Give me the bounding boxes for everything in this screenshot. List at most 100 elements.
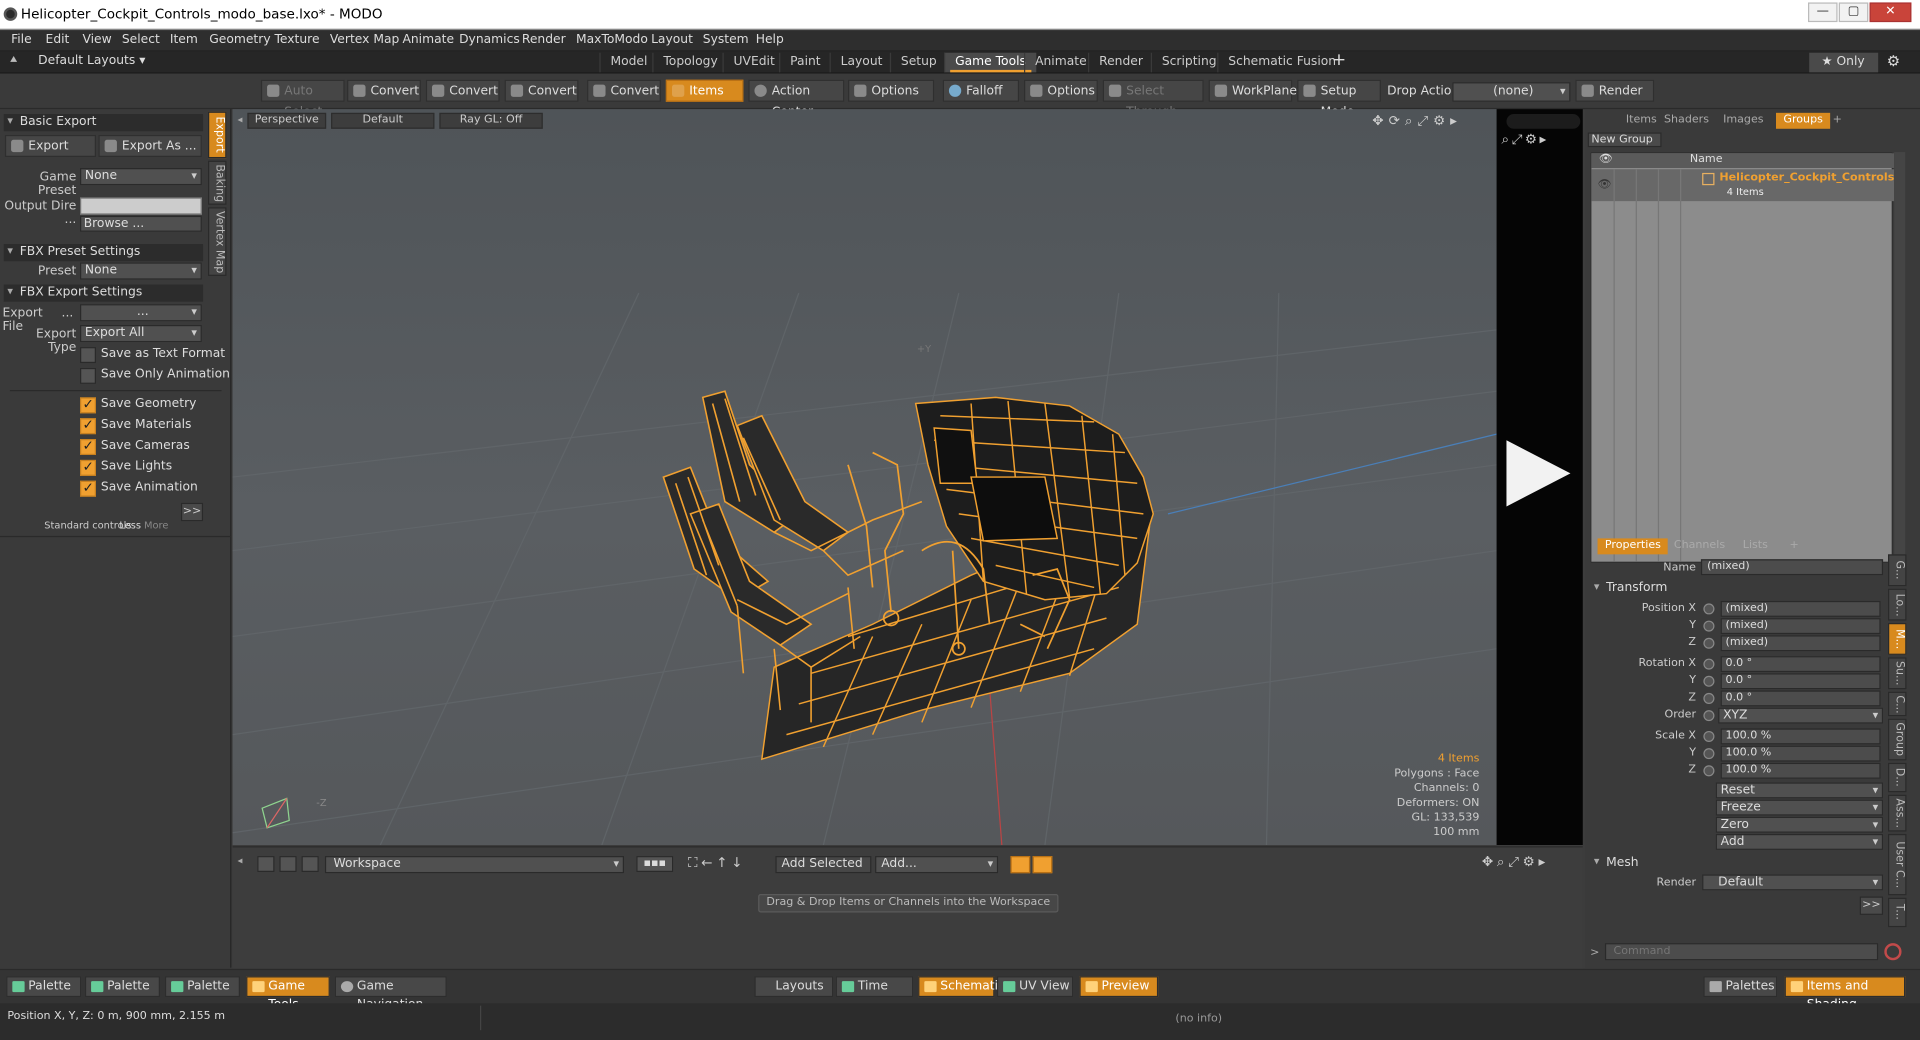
tab-render[interactable]: Render: [1087, 52, 1153, 73]
link-icon[interactable]: [301, 856, 319, 872]
menu-geometry[interactable]: Geometry: [209, 33, 270, 46]
command-input[interactable]: [1604, 943, 1879, 961]
name-column-header[interactable]: Name: [1690, 153, 1723, 166]
rotation-y-field[interactable]: 0.0 °: [1720, 673, 1881, 690]
keyframe-dot[interactable]: [1703, 692, 1715, 704]
workspace-nav-icons[interactable]: ✥⌕⤢⚙▸: [1482, 854, 1549, 871]
tab-channels[interactable]: Channels: [1666, 538, 1732, 554]
menu-dynamics[interactable]: Dynamics: [459, 33, 520, 46]
transform-header[interactable]: Transform: [1590, 580, 1883, 597]
uv-view-button[interactable]: UV View: [996, 976, 1074, 998]
basic-export-header[interactable]: Basic Export: [3, 114, 204, 132]
render-button[interactable]: Render ...: [1575, 79, 1655, 119]
tab-groups[interactable]: Groups: [1775, 112, 1831, 129]
side-tab-ass[interactable]: Ass...: [1887, 794, 1907, 832]
keyframe-dot[interactable]: [1703, 730, 1715, 742]
workspace-dropdown[interactable]: Workspace: [324, 856, 624, 874]
keyframe-dot[interactable]: [1703, 658, 1715, 670]
freeze-dropdown[interactable]: Freeze: [1715, 799, 1884, 816]
3d-viewport[interactable]: ◂ Perspective Default Ray GL: Off ✥⟳⌕⤢⚙▸…: [232, 109, 1497, 845]
preset-dropdown[interactable]: None: [79, 262, 202, 280]
palette-button-1[interactable]: Palette: [6, 976, 82, 998]
zero-dropdown[interactable]: Zero: [1715, 816, 1884, 833]
export-type-dropdown[interactable]: Export All: [79, 325, 202, 343]
scale-z-field[interactable]: 100.0 %: [1720, 762, 1881, 779]
menu-item[interactable]: Item: [170, 33, 198, 46]
export-file-dropdown[interactable]: ...: [79, 304, 202, 322]
groups-list[interactable]: 👁 Name 👁 Helicopter_Cockpit_Controls 4 I…: [1590, 152, 1894, 563]
menu-texture[interactable]: Texture: [274, 33, 319, 46]
export-button[interactable]: Export: [4, 134, 96, 157]
tab-scripting[interactable]: Scripting: [1150, 52, 1227, 73]
side-tab-lo[interactable]: Lo...: [1887, 588, 1907, 621]
preview-toggle-bar[interactable]: [1506, 114, 1581, 129]
save-geometry-checkbox[interactable]: Save Geometry: [79, 396, 196, 414]
order-dropdown[interactable]: XYZ: [1718, 707, 1884, 724]
side-tab-m[interactable]: M...: [1887, 623, 1907, 655]
tab-uvedit[interactable]: UVEdit: [722, 52, 784, 73]
game-preset-dropdown[interactable]: None: [79, 168, 202, 186]
side-tab-d[interactable]: D...: [1887, 762, 1907, 793]
command-expand-icon[interactable]: >: [1590, 947, 1599, 959]
tab-layout[interactable]: Layout: [829, 52, 893, 73]
convert-button-4[interactable]: Convert: [587, 79, 661, 102]
rotation-z-field[interactable]: 0.0 °: [1720, 690, 1881, 707]
workplane-button[interactable]: WorkPlane: [1208, 79, 1297, 102]
render-dropdown[interactable]: Default: [1702, 874, 1884, 891]
side-tab-group[interactable]: Group: [1887, 718, 1907, 761]
position-z-field[interactable]: (mixed): [1720, 635, 1881, 652]
add-tab-icon[interactable]: +: [1332, 50, 1346, 70]
keyframe-dot[interactable]: [1703, 637, 1715, 649]
save-animation-checkbox[interactable]: Save Animation: [79, 480, 198, 498]
position-x-field[interactable]: (mixed): [1720, 600, 1881, 617]
schematic-button[interactable]: Schematic: [918, 976, 1005, 998]
side-tab-baking[interactable]: Baking: [207, 160, 227, 205]
add-dropdown[interactable]: Add: [1715, 833, 1884, 850]
scrollbar[interactable]: [1894, 152, 1906, 563]
time-button[interactable]: Time: [835, 976, 914, 998]
keyframe-dot[interactable]: [1703, 620, 1715, 632]
tab-model[interactable]: Model: [599, 52, 657, 73]
menu-maxtomodo[interactable]: MaxToModo: [576, 33, 648, 46]
keyframe-dot[interactable]: [1703, 603, 1715, 615]
menu-select[interactable]: Select: [122, 33, 160, 46]
side-tab-export[interactable]: Export: [207, 111, 227, 159]
keyframe-dot[interactable]: [1703, 748, 1715, 760]
select-through-button[interactable]: Select Through: [1102, 79, 1204, 119]
minimize-button[interactable]: —: [1807, 2, 1838, 23]
palette-button-3[interactable]: Palette: [164, 976, 240, 998]
arrange-icons[interactable]: ⛶←↑↓: [688, 855, 746, 872]
action-center-button[interactable]: Action Center: [748, 79, 845, 119]
items-and-shading-button[interactable]: Items and Shading: [1784, 976, 1906, 1012]
palettes-button[interactable]: Palettes: [1703, 976, 1778, 998]
save-materials-checkbox[interactable]: Save Materials: [79, 417, 191, 435]
keyframe-dot[interactable]: [1703, 710, 1715, 722]
more-options-button[interactable]: >>: [180, 502, 204, 522]
eye-column-icon[interactable]: 👁: [1599, 153, 1613, 166]
preview-nav-icons[interactable]: ⌕⤢⚙▸: [1502, 131, 1549, 148]
convert-button-2[interactable]: Convert: [425, 79, 500, 102]
add-node-dropdown[interactable]: Add...: [875, 856, 999, 874]
add-items-tab-icon[interactable]: +: [1825, 113, 1849, 129]
falloff-button[interactable]: Falloff: [942, 79, 1020, 102]
less-link[interactable]: Less: [119, 520, 141, 531]
tab-properties[interactable]: Properties: [1597, 538, 1669, 555]
tab-images[interactable]: Images: [1716, 113, 1771, 129]
tab-paint[interactable]: Paint: [779, 52, 830, 73]
save-lights-checkbox[interactable]: Save Lights: [79, 459, 172, 477]
refresh-icon[interactable]: [279, 856, 297, 872]
game-tools-button[interactable]: Game Tools: [246, 976, 330, 1012]
scale-y-field[interactable]: 100.0 %: [1720, 745, 1881, 762]
side-tab-g[interactable]: G...: [1887, 554, 1907, 587]
menu-animate[interactable]: Animate: [402, 33, 454, 46]
fbx-preset-header[interactable]: FBX Preset Settings: [3, 244, 204, 262]
menu-view[interactable]: View: [82, 33, 111, 46]
new-group-button[interactable]: New Group: [1587, 132, 1662, 148]
menu-help[interactable]: Help: [756, 33, 784, 46]
record-icon[interactable]: [1884, 943, 1902, 961]
browse-button[interactable]: Browse ...: [79, 215, 202, 232]
tab-setup[interactable]: Setup: [889, 52, 947, 73]
only-button[interactable]: ★ Only: [1809, 52, 1879, 73]
tab-animate[interactable]: Animate: [1023, 52, 1097, 73]
position-y-field[interactable]: (mixed): [1720, 618, 1881, 635]
